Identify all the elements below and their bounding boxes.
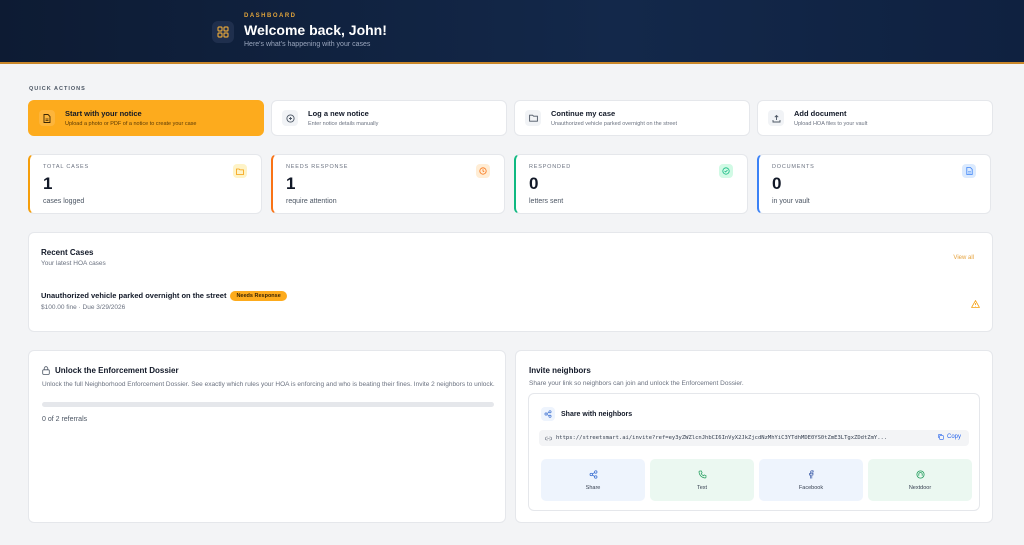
nextdoor-button-label: Nextdoor	[908, 484, 932, 491]
share-box-title-text: Share with neighbors	[561, 410, 633, 418]
page-title: Welcome back, John!	[244, 22, 387, 38]
quick-action-desc: Upload a photo or PDF of a notice to cre…	[65, 121, 197, 127]
dossier-title: Unlock the Enforcement Dossier	[42, 366, 179, 375]
stat-label: NEEDS RESPONSE	[286, 164, 349, 170]
nextdoor-icon	[916, 470, 925, 479]
stat-value: 0	[772, 174, 782, 193]
stat-responded[interactable]: RESPONDED 0 letters sent	[514, 154, 748, 214]
stat-sub: letters sent	[529, 198, 564, 205]
quick-actions-label: QUICK ACTIONS	[29, 86, 86, 92]
stat-documents[interactable]: DOCUMENTS 0 in your vault	[757, 154, 991, 214]
grid-icon	[212, 21, 234, 43]
folder-icon	[525, 110, 541, 126]
invite-card: Invite neighbors Share your link so neig…	[515, 350, 993, 523]
recent-cases-subtitle: Your latest HOA cases	[41, 260, 106, 267]
quick-action-title: Continue my case	[551, 109, 616, 118]
copy-label: Copy	[946, 434, 961, 440]
facebook-icon	[808, 469, 814, 479]
quick-action-title: Start with your notice	[65, 109, 142, 118]
link-icon	[545, 436, 552, 441]
share-button[interactable]: Share	[541, 459, 645, 501]
phone-icon	[698, 470, 707, 479]
share-box-title: Share with neighbors	[541, 407, 632, 421]
referral-count: 0 of 2 referrals	[42, 416, 88, 423]
clock-icon	[476, 164, 490, 178]
copy-button[interactable]: Copy	[938, 434, 961, 440]
case-meta: $100.00 fine · Due 3/29/2026	[41, 304, 126, 311]
quick-action-add-document[interactable]: Add document Upload HOA files to your va…	[757, 100, 993, 136]
status-badge: Needs Response	[230, 291, 287, 301]
warning-icon	[970, 295, 981, 313]
invite-desc: Share your link so neighbors can join an…	[529, 380, 744, 387]
referral-progress-bar	[42, 402, 494, 407]
recent-cases-card: Recent Cases Your latest HOA cases View …	[28, 232, 993, 332]
recent-cases-title: Recent Cases	[41, 248, 94, 257]
share-button-label: Share	[585, 484, 601, 491]
check-circle-icon	[719, 164, 733, 178]
case-item-title[interactable]: Unauthorized vehicle parked overnight on…	[41, 291, 287, 301]
page-subtitle: Here's what's happening with your cases	[244, 41, 371, 48]
quick-action-desc: Enter notice details manually	[308, 121, 379, 127]
text-button-label: Text	[696, 484, 708, 491]
invite-url: https://streetsmart.ai/invite?ref=ey3yZW…	[556, 435, 888, 441]
quick-action-title: Add document	[794, 109, 847, 118]
invite-title: Invite neighbors	[529, 366, 591, 375]
quick-action-log-notice[interactable]: Log a new notice Enter notice details ma…	[271, 100, 507, 136]
nextdoor-button[interactable]: Nextdoor	[868, 459, 972, 501]
lock-icon	[42, 366, 50, 375]
header-eyebrow: DASHBOARD	[244, 13, 297, 19]
dossier-desc: Unlock the full Neighborhood Enforcement…	[42, 381, 495, 388]
share-box: Share with neighbors https://streetsmart…	[528, 393, 980, 511]
plus-circle-icon	[282, 110, 298, 126]
stat-sub: cases logged	[43, 198, 85, 205]
stat-sub: in your vault	[772, 198, 810, 205]
case-title-text: Unauthorized vehicle parked overnight on…	[41, 291, 227, 300]
view-all-link[interactable]: View all	[953, 255, 974, 261]
quick-action-continue-case[interactable]: Continue my case Unauthorized vehicle pa…	[514, 100, 750, 136]
share-icon	[541, 407, 555, 421]
stat-label: DOCUMENTS	[772, 164, 815, 170]
facebook-button-label: Facebook	[798, 484, 824, 491]
dossier-title-text: Unlock the Enforcement Dossier	[55, 366, 179, 375]
share-icon	[589, 469, 598, 479]
file-icon	[39, 110, 55, 126]
quick-action-desc: Unauthorized vehicle parked overnight on…	[551, 121, 677, 127]
document-icon	[962, 164, 976, 178]
dossier-card: Unlock the Enforcement Dossier Unlock th…	[28, 350, 506, 523]
invite-link-field[interactable]: https://streetsmart.ai/invite?ref=ey3yZW…	[539, 430, 969, 446]
stat-value: 0	[529, 174, 539, 193]
stat-value: 1	[286, 174, 296, 193]
quick-action-title: Log a new notice	[308, 109, 369, 118]
text-button[interactable]: Text	[650, 459, 754, 501]
stat-label: RESPONDED	[529, 164, 572, 170]
stat-total-cases[interactable]: TOTAL CASES 1 cases logged	[28, 154, 262, 214]
upload-icon	[768, 110, 784, 126]
dashboard-header: DASHBOARD Welcome back, John! Here's wha…	[0, 0, 1024, 64]
stat-label: TOTAL CASES	[43, 164, 89, 170]
folder-icon	[233, 164, 247, 178]
quick-action-desc: Upload HOA files to your vault	[794, 121, 868, 127]
facebook-button[interactable]: Facebook	[759, 459, 863, 501]
stat-needs-response[interactable]: NEEDS RESPONSE 1 require attention	[271, 154, 505, 214]
stat-sub: require attention	[286, 198, 337, 205]
copy-icon	[938, 434, 944, 440]
stat-value: 1	[43, 174, 53, 193]
quick-action-start-notice[interactable]: Start with your notice Upload a photo or…	[28, 100, 264, 136]
